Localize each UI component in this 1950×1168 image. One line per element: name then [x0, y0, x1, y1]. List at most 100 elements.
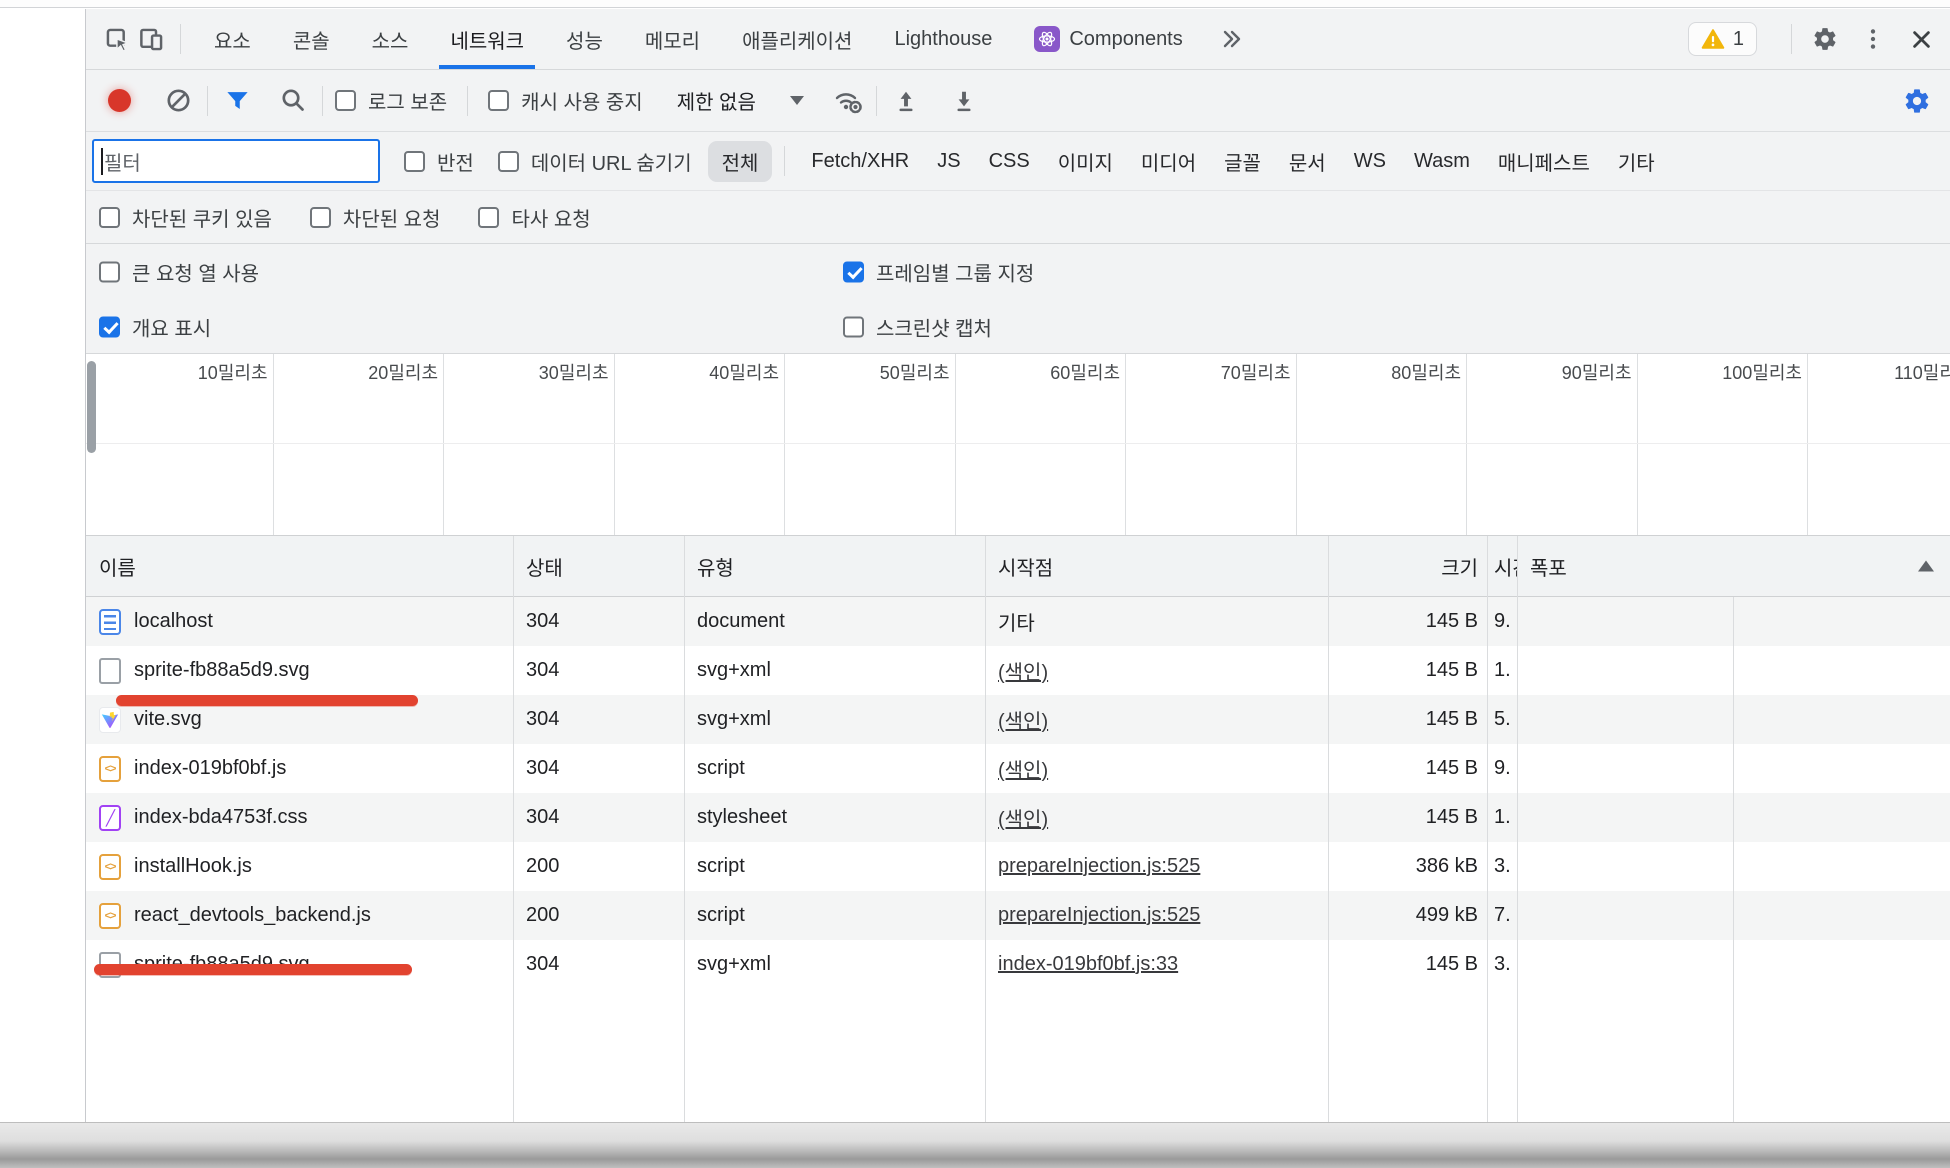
timeline-tick-label: 30밀리초 — [444, 354, 615, 535]
network-settings-gear-icon[interactable] — [1900, 84, 1934, 118]
tab-lighthouse[interactable]: Lighthouse — [873, 9, 1013, 69]
column-divider[interactable] — [684, 536, 685, 1123]
red-underline-2 — [94, 964, 412, 975]
checkbox[interactable] — [843, 261, 864, 282]
request-name: installHook.js — [134, 855, 252, 878]
column-header-time[interactable]: 시간 — [1487, 552, 1517, 581]
tab-memory[interactable]: 메모리 — [624, 9, 721, 69]
network-conditions-icon[interactable] — [830, 84, 864, 118]
network-request-row[interactable]: <>index-019bf0bf.js304script(색인)145 B9. — [86, 744, 1950, 793]
filter-chip-js[interactable]: JS — [923, 144, 974, 179]
blocked-cookies-checkbox[interactable]: 차단된 쿠키 있음 — [99, 203, 272, 232]
request-name: react_devtools_backend.js — [134, 904, 371, 927]
checkbox[interactable] — [843, 316, 864, 337]
checkbox[interactable] — [488, 90, 509, 111]
timeline-tick-label: 80밀리초 — [1297, 354, 1468, 535]
tab-sources[interactable]: 소스 — [351, 9, 430, 69]
column-header-name[interactable]: 이름 — [86, 552, 513, 581]
column-divider[interactable] — [1328, 536, 1329, 1123]
filter-chip-css[interactable]: CSS — [975, 144, 1044, 179]
initiator-link[interactable]: (색인) — [998, 803, 1048, 832]
column-header-initiator[interactable]: 시작점 — [985, 552, 1328, 581]
search-icon[interactable] — [276, 84, 310, 118]
devtools-tab-bar: 요소콘솔소스네트워크성능메모리애플리케이션Lighthouse Componen… — [86, 9, 1950, 70]
tab-application[interactable]: 애플리케이션 — [721, 9, 873, 69]
throttling-dropdown[interactable]: 제한 없음 — [677, 86, 804, 115]
network-request-row[interactable]: <>installHook.js200scriptprepareInjectio… — [86, 842, 1950, 891]
request-size: 145 B — [1328, 659, 1487, 682]
column-divider[interactable] — [513, 536, 514, 1123]
network-overview-timeline[interactable]: 10밀리초20밀리초30밀리초40밀리초50밀리초60밀리초70밀리초80밀리초… — [86, 354, 1950, 535]
tab-components[interactable]: Components — [1013, 9, 1203, 69]
column-header-status[interactable]: 상태 — [513, 552, 684, 581]
device-toolbar-icon[interactable] — [134, 22, 168, 56]
blocked-requests-checkbox[interactable]: 차단된 요청 — [310, 203, 441, 232]
inspect-element-icon[interactable] — [100, 22, 134, 56]
big-request-rows-checkbox[interactable]: 큰 요청 열 사용 — [99, 257, 259, 286]
kebab-menu-icon[interactable] — [1856, 22, 1890, 56]
filter-input[interactable]: 필터 — [92, 139, 380, 183]
initiator-link[interactable]: prepareInjection.js:525 — [998, 904, 1200, 927]
request-type: svg+xml — [684, 953, 985, 976]
disable-cache-checkbox[interactable]: 캐시 사용 중지 — [488, 86, 643, 115]
network-request-row[interactable]: ╱index-bda4753f.css304stylesheet(색인)145 … — [86, 793, 1950, 842]
network-request-row[interactable]: localhost304document기타145 B9. — [86, 597, 1950, 646]
checkbox[interactable] — [99, 207, 120, 228]
checkbox[interactable] — [498, 151, 519, 172]
export-har-icon[interactable] — [947, 84, 981, 118]
filter-chip-이미지[interactable]: 이미지 — [1044, 141, 1127, 182]
import-har-icon[interactable] — [889, 84, 923, 118]
text-caret — [101, 148, 103, 175]
settings-gear-icon[interactable] — [1808, 22, 1842, 56]
record-icon[interactable] — [108, 89, 131, 112]
initiator-link[interactable]: index-019bf0bf.js:33 — [998, 953, 1178, 976]
hide-data-urls-checkbox[interactable]: 데이터 URL 숨기기 — [498, 147, 692, 176]
filter-chip-문서[interactable]: 문서 — [1275, 141, 1340, 182]
column-header-type[interactable]: 유형 — [684, 552, 985, 581]
network-request-row[interactable]: <>react_devtools_backend.js200scriptprep… — [86, 891, 1950, 940]
tab-console[interactable]: 콘솔 — [272, 9, 351, 69]
capture-screenshots-checkbox[interactable]: 스크린샷 캡처 — [843, 312, 992, 341]
clear-icon[interactable] — [161, 84, 195, 118]
checkbox[interactable] — [99, 261, 120, 282]
checkbox[interactable] — [310, 207, 331, 228]
invert-checkbox[interactable]: 반전 — [404, 147, 474, 176]
filter-chip-글꼴[interactable]: 글꼴 — [1210, 141, 1275, 182]
close-icon[interactable] — [1904, 22, 1938, 56]
more-tabs-icon[interactable] — [1214, 22, 1248, 56]
timeline-tick-label: 70밀리초 — [1126, 354, 1297, 535]
overview-scroll-handle[interactable] — [87, 361, 96, 453]
filter-chip-미디어[interactable]: 미디어 — [1127, 141, 1210, 182]
request-size: 145 B — [1328, 757, 1487, 780]
network-request-row[interactable]: sprite-fb88a5d9.svg304svg+xml(색인)145 B1. — [86, 646, 1950, 695]
filter-chip-ws[interactable]: WS — [1340, 144, 1400, 179]
column-header-size[interactable]: 크기 — [1328, 552, 1487, 581]
tab-elements[interactable]: 요소 — [193, 9, 272, 69]
third-party-checkbox[interactable]: 타사 요청 — [478, 203, 590, 232]
column-header-waterfall[interactable]: 폭포 — [1517, 552, 1950, 581]
tab-performance[interactable]: 성능 — [545, 9, 624, 69]
initiator-link[interactable]: (색인) — [998, 656, 1048, 685]
column-divider[interactable] — [1517, 536, 1518, 1123]
column-divider[interactable] — [985, 536, 986, 1123]
initiator-link[interactable]: prepareInjection.js:525 — [998, 855, 1200, 878]
filter-chip-매니페스트[interactable]: 매니페스트 — [1484, 141, 1604, 182]
preserve-log-checkbox[interactable]: 로그 보존 — [335, 86, 447, 115]
group-by-frame-checkbox[interactable]: 프레임별 그룹 지정 — [843, 257, 1034, 286]
column-divider[interactable] — [1487, 536, 1488, 1123]
checkbox[interactable] — [99, 316, 120, 337]
checkbox[interactable] — [478, 207, 499, 228]
show-overview-checkbox[interactable]: 개요 표시 — [99, 312, 211, 341]
filter-funnel-icon[interactable] — [220, 84, 254, 118]
checkbox[interactable] — [404, 151, 425, 172]
checkbox[interactable] — [335, 90, 356, 111]
warning-badge[interactable]: 1 — [1688, 22, 1757, 56]
filter-type-chips: Fetch/XHRJSCSS이미지미디어글꼴문서WSWasm매니페스트기타 — [797, 141, 1668, 182]
tab-network[interactable]: 네트워크 — [429, 9, 545, 69]
initiator-link[interactable]: (색인) — [998, 754, 1048, 783]
initiator-link[interactable]: (색인) — [998, 705, 1048, 734]
filter-chip-all[interactable]: 전체 — [708, 141, 773, 182]
filter-chip-fetch-xhr[interactable]: Fetch/XHR — [797, 144, 923, 179]
filter-chip-기타[interactable]: 기타 — [1604, 141, 1669, 182]
filter-chip-wasm[interactable]: Wasm — [1400, 144, 1484, 179]
